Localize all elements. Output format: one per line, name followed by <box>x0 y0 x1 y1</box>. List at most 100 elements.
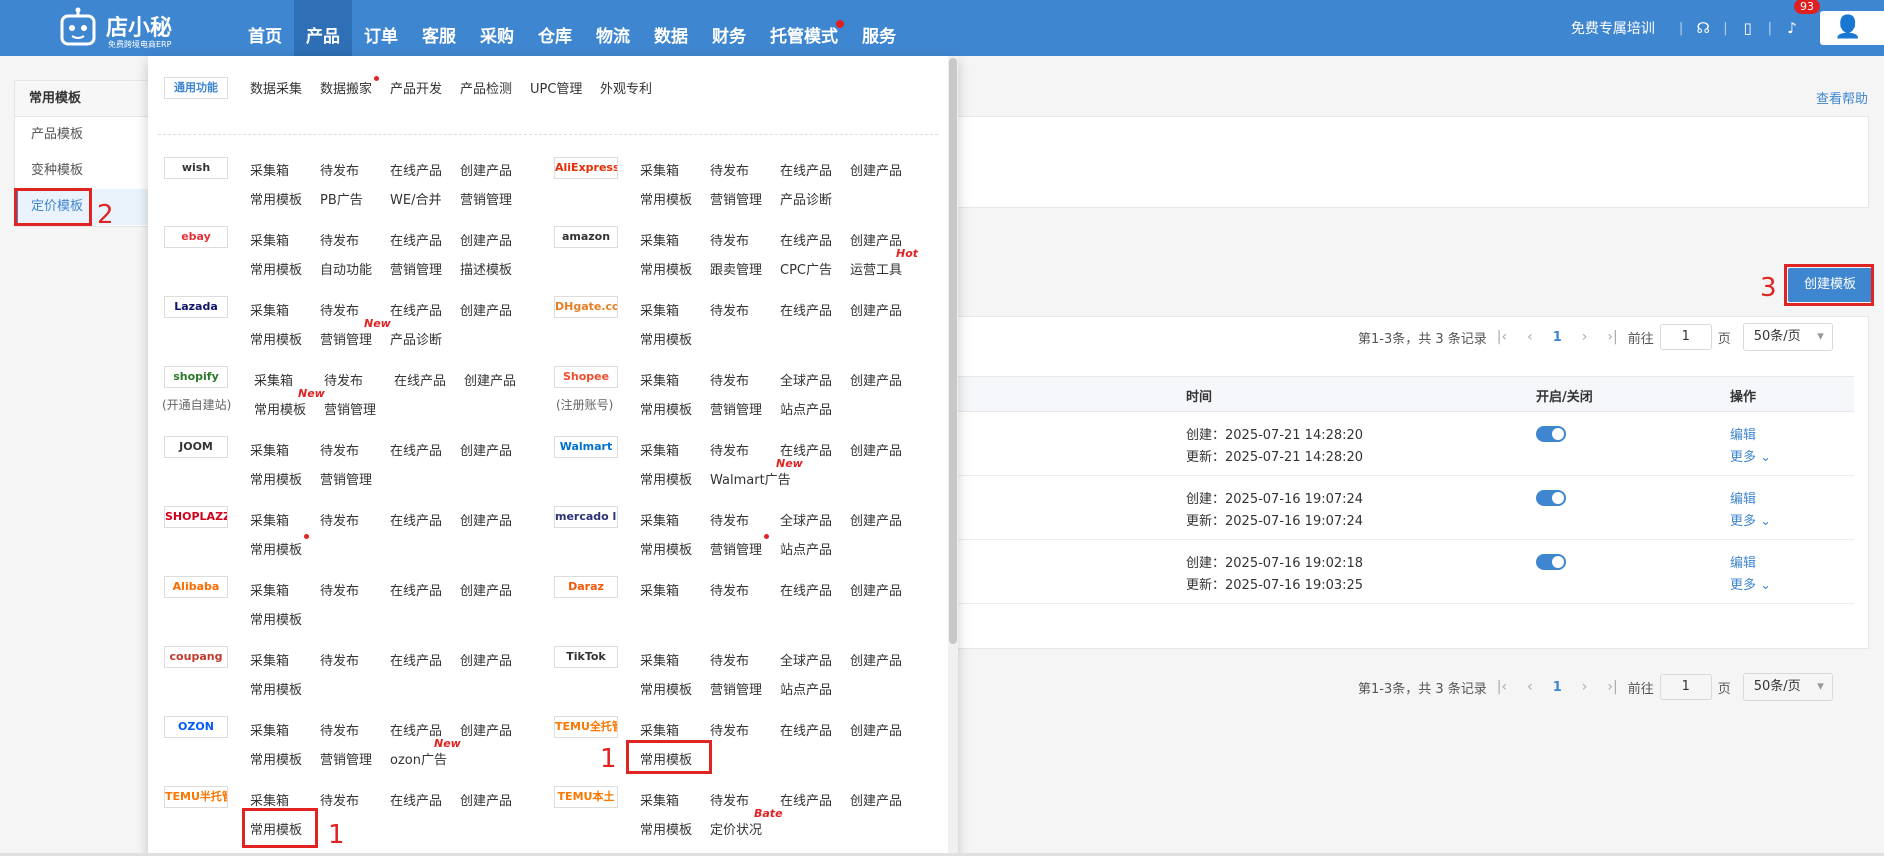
tiktok-template[interactable]: 常用模板 <box>640 679 692 698</box>
dhgate-pending[interactable]: 待发布 <box>710 300 749 319</box>
nav-finance[interactable]: 财务 <box>700 0 758 56</box>
ebay-marketing[interactable]: 营销管理 <box>390 259 442 278</box>
daraz-pending[interactable]: 待发布 <box>710 580 749 599</box>
ebay-collect[interactable]: 采集箱 <box>250 230 289 249</box>
wish-template[interactable]: 常用模板 <box>250 189 302 208</box>
aliexpress-pending[interactable]: 待发布 <box>710 160 749 179</box>
amazon-collect[interactable]: 采集箱 <box>640 230 679 249</box>
dhgate-template[interactable]: 常用模板 <box>640 329 692 348</box>
wish-collect[interactable]: 采集箱 <box>250 160 289 179</box>
shopify-marketing[interactable]: 营销管理 <box>324 399 376 418</box>
nav-data[interactable]: 数据 <box>642 0 700 56</box>
menu-data-collection[interactable]: 数据采集 <box>250 78 302 97</box>
ebay-template[interactable]: 常用模板 <box>250 259 302 278</box>
shopee-template[interactable]: 常用模板 <box>640 399 692 418</box>
ozon-create[interactable]: 创建产品 <box>460 720 512 739</box>
temu-full-pending[interactable]: 待发布 <box>710 720 749 739</box>
daraz-create[interactable]: 创建产品 <box>850 580 902 599</box>
nav-logistics[interactable]: 物流 <box>584 0 642 56</box>
book-icon[interactable]: ▯ <box>1738 19 1758 37</box>
shoplazza-collect[interactable]: 采集箱 <box>250 510 289 529</box>
edit-link[interactable]: 编辑 <box>1730 424 1756 443</box>
shopify-collect[interactable]: 采集箱 <box>254 370 293 389</box>
lazada-create[interactable]: 创建产品 <box>460 300 512 319</box>
more-dropdown[interactable]: 更多 ⌄ <box>1730 574 1771 593</box>
lazada-pending[interactable]: 待发布 <box>320 300 359 319</box>
amazon-online[interactable]: 在线产品 <box>780 230 832 249</box>
aliexpress-collect[interactable]: 采集箱 <box>640 160 679 179</box>
ebay-auto[interactable]: 自动功能 <box>320 259 372 278</box>
wish-pending[interactable]: 待发布 <box>320 160 359 179</box>
mercado-template[interactable]: 常用模板 <box>640 539 692 558</box>
dhgate-create[interactable]: 创建产品 <box>850 300 902 319</box>
walmart-collect[interactable]: 采集箱 <box>640 440 679 459</box>
ebay-online[interactable]: 在线产品 <box>390 230 442 249</box>
lazada-online[interactable]: 在线产品 <box>390 300 442 319</box>
amazon-template[interactable]: 常用模板 <box>640 259 692 278</box>
amazon-create[interactable]: 创建产品 <box>850 230 902 249</box>
shopee-marketing[interactable]: 营销管理 <box>710 399 762 418</box>
ozon-template[interactable]: 常用模板 <box>250 749 302 768</box>
coupang-template[interactable]: 常用模板 <box>250 679 302 698</box>
joom-create[interactable]: 创建产品 <box>460 440 512 459</box>
first-page-icon[interactable]: |‹ <box>1497 679 1507 695</box>
ozon-pending[interactable]: 待发布 <box>320 720 359 739</box>
temu-local-collect[interactable]: 采集箱 <box>640 790 679 809</box>
coupang-online[interactable]: 在线产品 <box>390 650 442 669</box>
free-training-link[interactable]: 免费专属培训 <box>1571 18 1655 38</box>
brand-logo[interactable]: 店小秘 免费跨境电商ERP <box>56 6 186 50</box>
prev-page-icon[interactable]: ‹ <box>1527 329 1533 345</box>
tiktok-pending[interactable]: 待发布 <box>710 650 749 669</box>
wish-marketing[interactable]: 营销管理 <box>460 189 512 208</box>
shopee-register[interactable]: (注册账号) <box>556 396 613 413</box>
amazon-follow-sell[interactable]: 跟卖管理 <box>710 259 762 278</box>
more-dropdown[interactable]: 更多 ⌄ <box>1730 510 1771 529</box>
joom-collect[interactable]: 采集箱 <box>250 440 289 459</box>
shopee-collect[interactable]: 采集箱 <box>640 370 679 389</box>
tiktok-site[interactable]: 站点产品 <box>780 679 832 698</box>
nav-customer-service[interactable]: 客服 <box>410 0 468 56</box>
shopify-template[interactable]: 常用模板 <box>254 399 306 418</box>
nav-purchase[interactable]: 采购 <box>468 0 526 56</box>
mercado-create[interactable]: 创建产品 <box>850 510 902 529</box>
amazon-ops-tools[interactable]: 运营工具 <box>850 259 902 278</box>
temu-local-create[interactable]: 创建产品 <box>850 790 902 809</box>
user-avatar[interactable]: 👤 <box>1820 11 1884 45</box>
page-size-select[interactable]: 50条/页 <box>1742 323 1833 351</box>
shopee-global[interactable]: 全球产品 <box>780 370 832 389</box>
goto-page-input[interactable]: 1 <box>1659 674 1712 700</box>
dhgate-online[interactable]: 在线产品 <box>780 300 832 319</box>
temu-semi-create[interactable]: 创建产品 <box>460 790 512 809</box>
temu-semi-online[interactable]: 在线产品 <box>390 790 442 809</box>
shoplazza-create[interactable]: 创建产品 <box>460 510 512 529</box>
amazon-cpc-ads[interactable]: CPC广告 <box>780 259 832 278</box>
menu-design-patent[interactable]: 外观专利 <box>600 78 652 97</box>
alibaba-pending[interactable]: 待发布 <box>320 580 359 599</box>
walmart-template[interactable]: 常用模板 <box>640 469 692 488</box>
joom-online[interactable]: 在线产品 <box>390 440 442 459</box>
amazon-pending[interactable]: 待发布 <box>710 230 749 249</box>
lazada-template[interactable]: 常用模板 <box>250 329 302 348</box>
joom-pending[interactable]: 待发布 <box>320 440 359 459</box>
shopee-pending[interactable]: 待发布 <box>710 370 749 389</box>
more-dropdown[interactable]: 更多 ⌄ <box>1730 446 1771 465</box>
last-page-icon[interactable]: ›| <box>1607 679 1617 695</box>
aliexpress-create[interactable]: 创建产品 <box>850 160 902 179</box>
shopee-create[interactable]: 创建产品 <box>850 370 902 389</box>
walmart-ads[interactable]: Walmart广告 <box>710 469 791 488</box>
mercado-marketing[interactable]: 营销管理 <box>710 539 762 558</box>
alibaba-template[interactable]: 常用模板 <box>250 609 302 628</box>
first-page-icon[interactable]: |‹ <box>1497 329 1507 345</box>
temu-semi-collect[interactable]: 采集箱 <box>250 790 289 809</box>
wish-online[interactable]: 在线产品 <box>390 160 442 179</box>
lazada-diagnosis[interactable]: 产品诊断 <box>390 329 442 348</box>
tiktok-marketing[interactable]: 营销管理 <box>710 679 762 698</box>
coupang-collect[interactable]: 采集箱 <box>250 650 289 669</box>
mercado-pending[interactable]: 待发布 <box>710 510 749 529</box>
shoplazza-pending[interactable]: 待发布 <box>320 510 359 529</box>
aliexpress-template[interactable]: 常用模板 <box>640 189 692 208</box>
ebay-create[interactable]: 创建产品 <box>460 230 512 249</box>
prev-page-icon[interactable]: ‹ <box>1527 679 1533 695</box>
temu-semi-pending[interactable]: 待发布 <box>320 790 359 809</box>
temu-local-online[interactable]: 在线产品 <box>780 790 832 809</box>
